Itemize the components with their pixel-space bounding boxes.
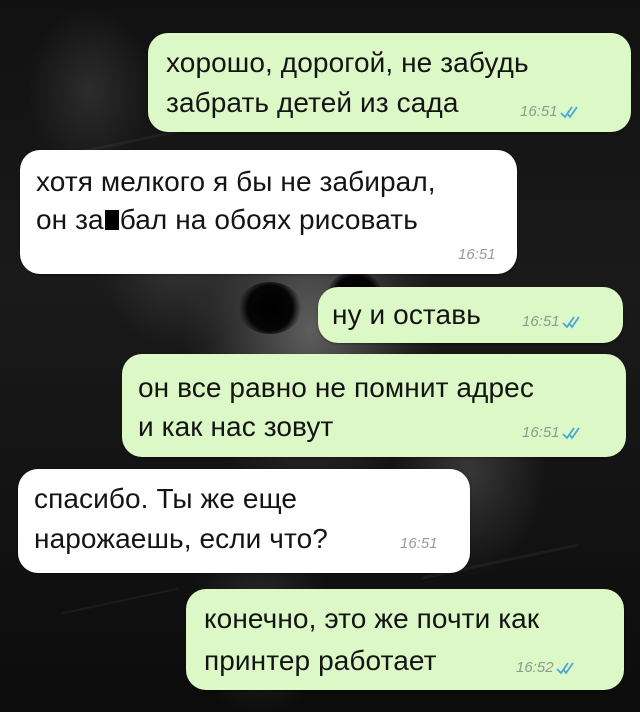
message-meta: 16:51 xyxy=(400,535,438,552)
message-text: спасибо. Ты же еще xyxy=(34,483,298,514)
message-bubble-incoming[interactable]: спасибо. Ты же еще нарожаешь, если что? … xyxy=(18,469,470,573)
message-text: принтер работает xyxy=(204,645,437,676)
message-text-part: бал на обоях рисовать xyxy=(119,204,418,235)
message-text: он за бал на обоях рисовать xyxy=(36,202,418,237)
message-text: ну и оставь xyxy=(332,299,481,330)
message-time: 16:51 xyxy=(522,424,560,441)
message-meta: 16:52 xyxy=(516,659,576,676)
message-text: хотя мелкого я бы не забирал, xyxy=(36,166,436,197)
message-time: 16:51 xyxy=(458,246,496,263)
message-text: и как нас зовут xyxy=(138,411,334,442)
message-text: он все равно не помнит адрес xyxy=(138,372,534,403)
message-time: 16:51 xyxy=(400,535,438,552)
message-bubble-outgoing[interactable]: конечно, это же почти как принтер работа… xyxy=(186,589,624,690)
message-text: хорошо, дорогой, не забудь xyxy=(166,47,529,78)
double-check-icon xyxy=(561,426,582,440)
wallpaper-shadow xyxy=(238,282,302,334)
double-check-icon xyxy=(559,105,580,119)
double-check-icon xyxy=(555,661,576,675)
message-time: 16:51 xyxy=(522,313,560,330)
wallpaper-streak xyxy=(61,587,179,615)
message-meta: 16:51 xyxy=(522,313,582,330)
message-text: конечно, это же почти как xyxy=(204,603,540,634)
message-meta: 16:51 xyxy=(520,103,580,120)
message-bubble-outgoing[interactable]: он все равно не помнит адрес и как нас з… xyxy=(122,354,626,457)
message-time: 16:51 xyxy=(520,103,558,120)
message-time: 16:52 xyxy=(516,659,554,676)
message-bubble-outgoing[interactable]: ну и оставь 16:51 xyxy=(318,287,623,343)
double-check-icon xyxy=(561,315,582,329)
message-text: забрать детей из сада xyxy=(166,87,459,118)
message-bubble-outgoing[interactable]: хорошо, дорогой, не забудь забрать детей… xyxy=(148,33,631,132)
message-meta: 16:51 xyxy=(458,246,496,263)
message-bubble-incoming[interactable]: хотя мелкого я бы не забирал, он за бал н… xyxy=(20,150,517,274)
message-text-part: он за xyxy=(36,204,104,235)
redaction-block xyxy=(104,210,119,230)
message-text: нарожаешь, если что? xyxy=(34,523,328,554)
message-meta: 16:51 xyxy=(522,424,582,441)
